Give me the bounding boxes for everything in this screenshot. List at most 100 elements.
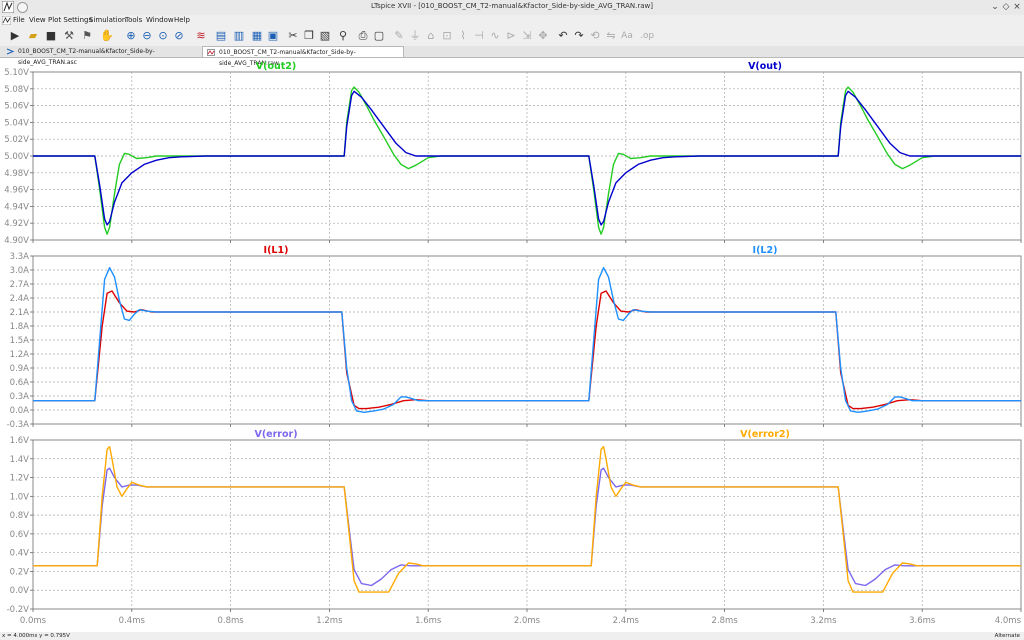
x-tick-label: 3.2ms [810, 616, 837, 626]
autorange-icon[interactable]: ≋ [194, 29, 208, 43]
cascade-icon[interactable]: ▦ [250, 29, 264, 43]
redo-icon[interactable]: ↷ [572, 29, 586, 43]
find-icon[interactable]: ⚲ [336, 29, 350, 43]
x-tick-label: 2.8ms [711, 616, 738, 626]
print-icon[interactable]: ⎙ [356, 29, 370, 43]
component-icon[interactable]: ⊡ [440, 29, 454, 43]
close-icon[interactable]: × [1012, 2, 1022, 12]
mode-indicator: Alternate [994, 633, 1020, 639]
inductor-icon[interactable]: ∿ [488, 29, 502, 43]
capacitor-icon[interactable]: ⊣ [472, 29, 486, 43]
spice-directive-icon[interactable]: .op [640, 29, 654, 43]
y-tick-label: 4.96V [4, 186, 29, 196]
menu-tools[interactable]: Tools [125, 16, 142, 24]
window-title: LTspice XVII - [010_BOOST_CM_T2-manual&K… [371, 2, 653, 10]
save-icon[interactable]: ■ [44, 29, 58, 43]
hand-icon[interactable]: ✋ [100, 29, 114, 43]
maximize-icon[interactable]: ◇ [1001, 2, 1011, 12]
mirror-icon[interactable]: ⇋ [604, 29, 618, 43]
y-tick-label: 0.3A [10, 392, 30, 402]
y-tick-label: 4.94V [4, 202, 29, 212]
tile-horizontal-icon[interactable]: ▥ [232, 29, 246, 43]
y-tick-label: 2.4A [10, 294, 30, 304]
x-tick-label: 1.2ms [316, 616, 343, 626]
menu-window[interactable]: Window [146, 16, 174, 24]
run-icon[interactable]: ▶ [8, 29, 22, 43]
toolbar: ▶ ▰ ■ ⚒ ⚑ ✋ ⊕ ⊖ ⊙ ⊘ ≋ ▤ ▥ ▦ ▣ ✂ ❐ ▧ ⚲ ⎙ … [0, 27, 1024, 47]
y-tick-label: 5.06V [4, 102, 29, 112]
x-tick-label: 2.4ms [613, 616, 640, 626]
menu-simulation[interactable]: Simulation [89, 16, 126, 24]
y-tick-label: -0.2V [7, 605, 30, 615]
y-tick-label: 2.1A [10, 308, 30, 318]
y-tick-label: 0.0A [10, 406, 30, 416]
x-tick-label: 0.8ms [217, 616, 244, 626]
series-label-verror: V(error) [254, 429, 297, 440]
close-window-icon[interactable]: ▣ [266, 29, 280, 43]
y-tick-label: 5.00V [4, 152, 29, 162]
x-tick-label: 1.6ms [415, 616, 442, 626]
tab-schematic[interactable]: 010_BOOST_CM_T2-manual&Kfactor_Side-by-s… [2, 46, 202, 66]
menu-help[interactable]: Help [174, 16, 190, 24]
tile-vertical-icon[interactable]: ▤ [214, 29, 228, 43]
text-icon[interactable]: Aa [620, 29, 634, 43]
title-bar: LTspice XVII - [010_BOOST_CM_T2-manual&K… [0, 0, 1024, 16]
y-tick-label: 0.6A [10, 378, 30, 388]
print-preview-icon[interactable]: ▢ [372, 29, 386, 43]
copy-icon[interactable]: ❐ [302, 29, 316, 43]
x-tick-label: 4.0ms [995, 616, 1022, 626]
y-tick-label: 3.0A [10, 266, 30, 276]
resistor-icon[interactable]: ⌇ [456, 29, 470, 43]
rotate-icon[interactable]: ⟲ [588, 29, 602, 43]
undo-icon[interactable]: ↶ [556, 29, 570, 43]
menu-bar: File View Plot Settings Simulation Tools… [0, 15, 1024, 27]
y-tick-label: 5.04V [4, 118, 29, 128]
y-tick-label: -0.3A [7, 420, 30, 430]
y-tick-label: 0.4V [10, 549, 30, 559]
zoom-cancel-icon[interactable]: ⊘ [172, 29, 186, 43]
status-bar: x = 4.000ms y = 0.795V Alternate [0, 632, 1024, 640]
menu-plot-settings[interactable]: Plot Settings [48, 16, 92, 24]
y-tick-label: 5.08V [4, 85, 29, 95]
y-tick-label: 1.5A [10, 336, 30, 346]
x-tick-label: 0.0ms [20, 616, 47, 626]
series-label-il2: I(L2) [753, 245, 778, 256]
y-tick-label: 0.6V [10, 530, 30, 540]
y-tick-label: 3.3A [10, 252, 30, 262]
y-tick-label: 1.6V [10, 436, 30, 446]
wire-icon[interactable]: ✎ [392, 29, 406, 43]
menu-file[interactable]: File [13, 16, 25, 24]
run-man-icon[interactable]: ⚑ [80, 29, 94, 43]
paste-icon[interactable]: ▧ [318, 29, 332, 43]
app-menu-icon[interactable] [2, 16, 11, 25]
tab-waveform[interactable]: 010_BOOST_CM_T2-manual&Kfactor_Side-by-s… [202, 46, 404, 67]
y-tick-label: 2.7A [10, 280, 30, 290]
zoom-out-icon[interactable]: ⊖ [140, 29, 154, 43]
minimize-icon[interactable]: ⌄ [990, 2, 1000, 12]
open-icon[interactable]: ▰ [26, 29, 40, 43]
y-tick-label: 1.4V [10, 455, 30, 465]
menu-view[interactable]: View [29, 16, 46, 24]
y-tick-label: 1.2A [10, 350, 30, 360]
diode-icon[interactable]: ⊳ [504, 29, 518, 43]
schematic-icon [6, 48, 14, 55]
y-tick-label: 1.0V [10, 492, 30, 502]
tab-bar: 010_BOOST_CM_T2-manual&Kfactor_Side-by-s… [0, 46, 1024, 67]
x-tick-label: 3.6ms [909, 616, 936, 626]
series-label-vout: V(out) [748, 61, 782, 72]
drag-icon[interactable]: ⇲ [520, 29, 534, 43]
ground-icon[interactable]: ⏚ [408, 29, 422, 43]
x-tick-label: 2.0ms [514, 616, 541, 626]
move-icon[interactable]: ✥ [536, 29, 550, 43]
zoom-fit-icon[interactable]: ⊙ [156, 29, 170, 43]
y-tick-label: 0.9A [10, 364, 30, 374]
y-tick-label: 0.8V [10, 511, 30, 521]
series-label-vout2: V(out2) [256, 61, 296, 72]
y-tick-label: 0.0V [10, 586, 30, 596]
control-panel-icon[interactable]: ⚒ [62, 29, 76, 43]
zoom-in-icon[interactable]: ⊕ [124, 29, 138, 43]
waveform-plot[interactable]: 5.10V 5.08V 5.06V 5.04V 5.02V 5.00V 4.98V 4.96V… [0, 58, 1024, 632]
label-icon[interactable]: ⌂ [424, 29, 438, 43]
cut-icon[interactable]: ✂ [286, 29, 300, 43]
y-tick-label: 5.02V [4, 135, 29, 145]
